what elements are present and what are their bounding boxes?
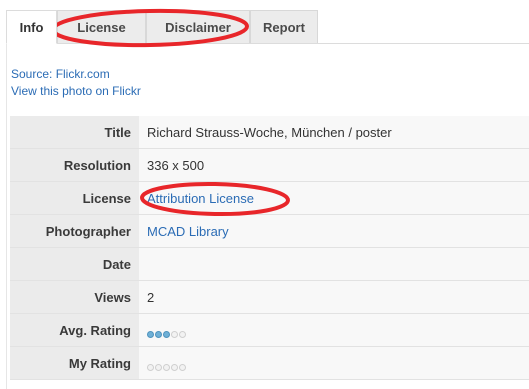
my-rating-dot-5[interactable]: [179, 364, 186, 372]
title-value: Richard Strauss-Woche, München / poster: [139, 116, 529, 149]
details-row-resolution: Resolution 336 x 500: [10, 148, 529, 182]
date-label: Date: [10, 247, 139, 281]
avg-rating-dot-3: [163, 331, 170, 339]
tab-bar: Info License Disclaimer Report: [6, 10, 529, 44]
photographer-cell: MCAD Library: [139, 214, 529, 248]
source-link[interactable]: Source: Flickr.com: [11, 67, 110, 81]
details-row-my-rating: My Rating: [10, 346, 529, 380]
details-row-date: Date: [10, 247, 529, 281]
license-cell: Attribution License: [139, 181, 529, 215]
details-row-views: Views 2: [10, 280, 529, 314]
details-row-title: Title Richard Strauss-Woche, München / p…: [10, 116, 529, 149]
avg-rating-dot-4: [171, 331, 178, 339]
my-rating-dot-1[interactable]: [147, 364, 154, 372]
tab-license[interactable]: License: [57, 10, 146, 43]
views-label: Views: [10, 280, 139, 314]
my-rating-dot-2[interactable]: [155, 364, 162, 372]
details-row-avg-rating: Avg. Rating: [10, 313, 529, 347]
avg-rating-dot-5: [179, 331, 186, 339]
views-value: 2: [139, 280, 529, 314]
my-rating-dot-3[interactable]: [163, 364, 170, 372]
tab-divider: [6, 43, 529, 44]
photo-details-table: Title Richard Strauss-Woche, München / p…: [10, 116, 529, 380]
my-rating-dot-4[interactable]: [171, 364, 178, 372]
tab-info[interactable]: Info: [6, 10, 57, 44]
avg-rating-dot-1: [147, 331, 154, 339]
avg-rating-label: Avg. Rating: [10, 313, 139, 347]
my-rating-dots[interactable]: [147, 359, 187, 372]
panel-border: [6, 43, 7, 389]
avg-rating-cell: [139, 313, 529, 347]
details-row-license: License Attribution License: [10, 181, 529, 215]
resolution-label: Resolution: [10, 148, 139, 182]
my-rating-label: My Rating: [10, 346, 139, 380]
title-label: Title: [10, 116, 139, 149]
details-row-photographer: Photographer MCAD Library: [10, 214, 529, 248]
avg-rating-dots: [147, 326, 187, 339]
resolution-value: 336 x 500: [139, 148, 529, 182]
view-on-flickr-link[interactable]: View this photo on Flickr: [11, 84, 141, 98]
tab-disclaimer[interactable]: Disclaimer: [146, 10, 250, 43]
tab-report[interactable]: Report: [250, 10, 318, 43]
my-rating-cell: [139, 346, 529, 380]
license-link[interactable]: Attribution License: [147, 191, 254, 206]
photographer-link[interactable]: MCAD Library: [147, 224, 229, 239]
avg-rating-dot-2: [155, 331, 162, 339]
date-value: [139, 247, 529, 281]
license-label: License: [10, 181, 139, 215]
photographer-label: Photographer: [10, 214, 139, 248]
